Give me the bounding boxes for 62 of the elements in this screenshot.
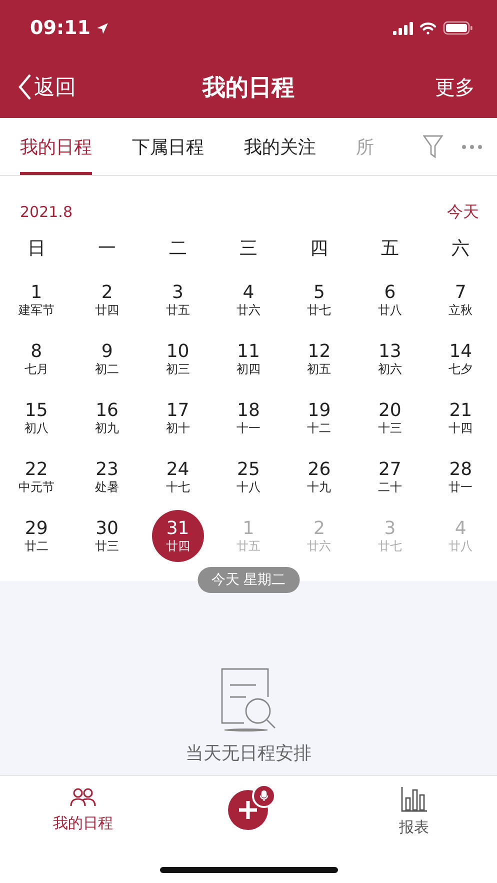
calendar-day[interactable]: 11 初四	[222, 332, 274, 384]
calendar-day[interactable]: 20 十三	[364, 392, 416, 444]
weekday-label: 日	[26, 237, 46, 261]
calendar-day[interactable]: 13 初六	[364, 332, 416, 384]
calendar-day[interactable]: 3 廿五	[152, 274, 204, 326]
calendar-day[interactable]: 2 廿四	[81, 274, 134, 326]
more-button[interactable]: 更多	[435, 74, 475, 100]
calendar-day[interactable]: 16 初九	[81, 392, 134, 444]
calendar-day[interactable]: 19 十二	[293, 392, 346, 444]
back-button[interactable]: 返回	[18, 73, 76, 101]
tab[interactable]: 我的日程	[20, 118, 92, 175]
today-button[interactable]: 今天	[447, 202, 479, 222]
weekday-label: 二	[168, 237, 188, 261]
filter-icon[interactable]	[423, 134, 443, 158]
calendar-day[interactable]: 21 十四	[434, 392, 487, 444]
empty-message: 当天无日程安排	[186, 742, 312, 765]
calendar-day[interactable]: 27 二十	[364, 450, 416, 502]
chevron-left-icon	[18, 73, 32, 101]
wifi-icon	[419, 22, 437, 34]
status-time: 09:11	[30, 17, 90, 39]
weekday-label: 四	[309, 237, 330, 261]
calendar-day[interactable]: 5 廿七	[293, 274, 346, 326]
calendar-day[interactable]: 9 初二	[81, 332, 134, 384]
calendar-day[interactable]: 1 建军节	[10, 274, 62, 326]
more-dots-icon[interactable]	[461, 144, 483, 150]
page-title: 我的日程	[202, 74, 294, 102]
calendar-day[interactable]: 22 中元节	[10, 450, 62, 502]
calendar-day[interactable]: 23 处暑	[81, 450, 134, 502]
calendar-day[interactable]: 26 十九	[293, 450, 346, 502]
calendar-day[interactable]: 10 初三	[152, 332, 204, 384]
bar-chart-icon	[400, 786, 428, 812]
calendar-day[interactable]: 17 初十	[152, 392, 204, 444]
people-icon	[68, 786, 97, 808]
calendar-day[interactable]: 6 廿八	[364, 274, 416, 326]
plus-icon	[238, 800, 258, 820]
signal-icon	[393, 22, 413, 34]
calendar-day[interactable]: 15 初八	[10, 392, 62, 444]
bottom-tab[interactable]: 我的日程	[52, 776, 113, 833]
back-label: 返回	[34, 74, 76, 101]
month-label: 2021.8	[20, 203, 72, 221]
location-arrow-icon	[96, 22, 110, 34]
bottom-tab[interactable]: 报表	[399, 776, 430, 837]
calendar-day[interactable]: 7 立秋	[434, 274, 487, 326]
calendar-day[interactable]: 14 七夕	[434, 332, 487, 384]
calendar-day[interactable]: 24 十七	[152, 450, 204, 502]
weekday-label: 三	[238, 237, 258, 261]
weekday-label: 一	[97, 237, 118, 261]
weekday-label: 五	[380, 237, 400, 261]
date-badge: 今天 星期二	[197, 567, 300, 593]
calendar-day[interactable]: 18 十一	[222, 392, 274, 444]
calendar-day[interactable]: 30 廿三	[81, 510, 134, 562]
tab[interactable]: 下属日程	[132, 118, 204, 175]
tab[interactable]: 我的关注	[244, 118, 316, 175]
calendar-day[interactable]: 8 七月	[10, 332, 62, 384]
calendar-day[interactable]: 28 廿一	[434, 450, 487, 502]
calendar-day[interactable]: 31 廿四	[152, 510, 204, 562]
calendar-day[interactable]: 12 初五	[293, 332, 346, 384]
battery-icon	[443, 21, 473, 35]
calendar-day[interactable]: 29 廿二	[10, 510, 62, 562]
calendar-day[interactable]: 25 十八	[222, 450, 274, 502]
weekday-label: 六	[450, 237, 471, 261]
calendar-day[interactable]: 4 廿六	[222, 274, 274, 326]
